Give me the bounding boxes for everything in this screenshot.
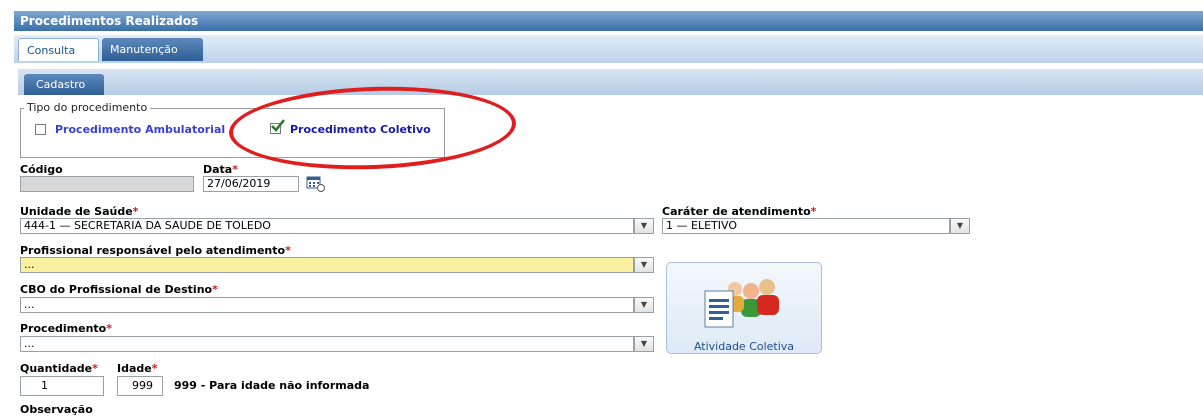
cbo-dropdown-button[interactable]: ▼ [634, 297, 654, 313]
data-field[interactable]: 27/06/2019 [203, 176, 299, 192]
codigo-label: Código [20, 163, 63, 176]
carater-label: Caráter de atendimento* [662, 205, 817, 218]
procedimento-label: Procedimento* [20, 322, 113, 335]
profissional-dropdown-button[interactable]: ▼ [634, 257, 654, 273]
tab-manutencao[interactable]: Manutenção [102, 38, 203, 61]
chevron-down-icon: ▼ [640, 260, 648, 269]
chevron-down-icon: ▼ [956, 221, 964, 230]
cbo-label: CBO do Profissional de Destino* [20, 283, 218, 296]
carater-select[interactable]: 1 — ELETIVO [662, 218, 950, 234]
procedimento-select[interactable]: ... [20, 336, 634, 352]
idade-label: Idade* [117, 362, 158, 375]
tab-consulta[interactable]: Consulta [18, 38, 99, 61]
quantidade-label: Quantidade* [20, 362, 98, 375]
unidade-label: Unidade de Saúde* [20, 205, 139, 218]
codigo-field [20, 176, 194, 192]
chevron-down-icon: ▼ [640, 300, 648, 309]
data-label: Data* [203, 163, 239, 176]
window-title-bar: Procedimentos Realizados [14, 11, 1203, 31]
profissional-label: Profissional responsável pelo atendiment… [20, 244, 291, 257]
cbo-select[interactable]: ... [20, 297, 634, 313]
procedimento-dropdown-button[interactable]: ▼ [634, 336, 654, 352]
quantidade-field[interactable]: 1 [20, 376, 104, 396]
calendar-icon[interactable] [306, 175, 326, 193]
unidade-select[interactable]: 444-1 — SECRETARIA DA SAUDE DE TOLEDO [20, 218, 634, 234]
observacao-label: Observação [20, 403, 93, 416]
unidade-dropdown-button[interactable]: ▼ [634, 218, 654, 234]
atividade-coletiva-label: Atividade Coletiva [693, 340, 795, 353]
idade-field[interactable]: 999 [117, 376, 163, 396]
tipo-procedimento-legend: Tipo do procedimento [24, 101, 151, 114]
ambulatorial-label[interactable]: Procedimento Ambulatorial [55, 123, 225, 136]
idade-hint: 999 - Para idade não informada [174, 379, 370, 392]
carater-dropdown-button[interactable]: ▼ [950, 218, 970, 234]
tab-cadastro[interactable]: Cadastro [24, 74, 104, 95]
subtab-strip [18, 69, 1203, 95]
group-document-icon [704, 279, 779, 328]
window-title: Procedimentos Realizados [20, 14, 199, 28]
ambulatorial-checkbox[interactable] [35, 124, 46, 135]
profissional-select[interactable]: ... [20, 257, 634, 273]
chevron-down-icon: ▼ [640, 221, 648, 230]
chevron-down-icon: ▼ [640, 339, 648, 348]
